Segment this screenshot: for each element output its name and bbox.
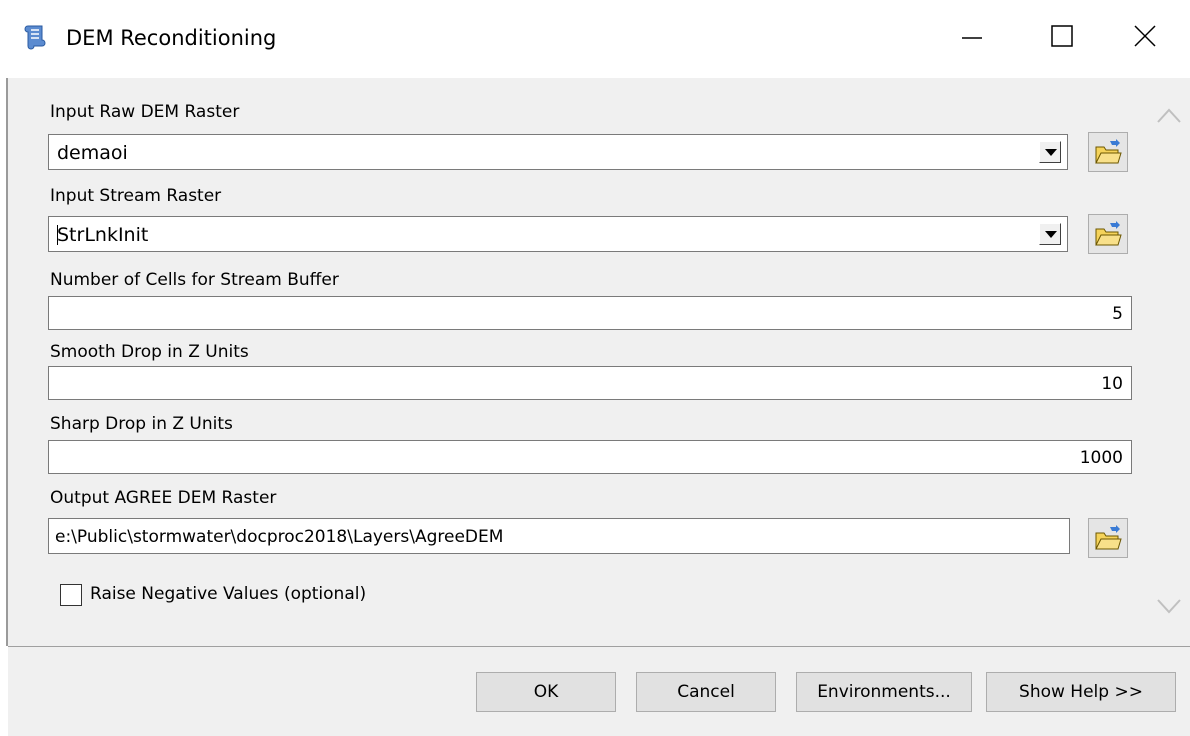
minimize-button[interactable] bbox=[944, 14, 1000, 58]
open-folder-icon bbox=[1095, 525, 1122, 550]
title-bar: DEM Reconditioning bbox=[0, 0, 1190, 78]
output-label: Output AGREE DEM Raster bbox=[50, 488, 277, 508]
dialog-body bbox=[8, 78, 1190, 736]
stream-combo[interactable]: StrLnkInit bbox=[48, 216, 1068, 252]
smooth-drop-label: Smooth Drop in Z Units bbox=[50, 342, 249, 362]
output-browse-button[interactable] bbox=[1088, 518, 1128, 558]
output-path-input[interactable]: e:\Public\stormwater\docproc2018\Layers\… bbox=[48, 518, 1070, 554]
raise-negative-checkbox[interactable] bbox=[60, 584, 82, 606]
scroll-down-icon[interactable] bbox=[1154, 594, 1184, 618]
output-path-value: e:\Public\stormwater\docproc2018\Layers\… bbox=[55, 527, 504, 547]
raw-dem-dropdown-button[interactable] bbox=[1039, 141, 1061, 163]
chevron-down-icon bbox=[1045, 149, 1057, 156]
raw-dem-label: Input Raw DEM Raster bbox=[50, 102, 240, 122]
show-help-button[interactable]: Show Help >> bbox=[986, 672, 1176, 712]
close-button[interactable] bbox=[1118, 14, 1174, 58]
buffer-label: Number of Cells for Stream Buffer bbox=[50, 270, 339, 290]
python-script-icon bbox=[24, 25, 46, 50]
button-bar-separator bbox=[8, 646, 1190, 647]
sharp-drop-label: Sharp Drop in Z Units bbox=[50, 414, 233, 434]
ok-button[interactable]: OK bbox=[476, 672, 616, 712]
raise-negative-label[interactable]: Raise Negative Values (optional) bbox=[90, 584, 366, 604]
maximize-button[interactable] bbox=[1034, 14, 1090, 58]
scroll-up-icon[interactable] bbox=[1154, 104, 1184, 128]
window-title: DEM Reconditioning bbox=[66, 26, 277, 50]
raw-dem-value: demaoi bbox=[57, 142, 128, 164]
raw-dem-browse-button[interactable] bbox=[1088, 132, 1128, 172]
smooth-drop-value: 10 bbox=[1101, 374, 1123, 394]
close-icon bbox=[1134, 25, 1156, 47]
buffer-value: 5 bbox=[1112, 304, 1123, 324]
stream-label: Input Stream Raster bbox=[50, 186, 222, 206]
raw-dem-combo[interactable]: demaoi bbox=[48, 134, 1068, 170]
maximize-icon bbox=[1051, 25, 1073, 47]
pane-border bbox=[0, 78, 8, 646]
stream-dropdown-button[interactable] bbox=[1039, 223, 1061, 245]
open-folder-icon bbox=[1095, 221, 1122, 246]
environments-button[interactable]: Environments... bbox=[796, 672, 972, 712]
buffer-input[interactable]: 5 bbox=[48, 296, 1132, 330]
sharp-drop-value: 1000 bbox=[1079, 448, 1123, 468]
cancel-button[interactable]: Cancel bbox=[636, 672, 776, 712]
smooth-drop-input[interactable]: 10 bbox=[48, 366, 1132, 400]
stream-browse-button[interactable] bbox=[1088, 214, 1128, 254]
stream-value: StrLnkInit bbox=[57, 224, 149, 246]
chevron-down-icon bbox=[1045, 231, 1057, 238]
open-folder-icon bbox=[1095, 139, 1122, 164]
minimize-icon bbox=[962, 37, 982, 39]
sharp-drop-input[interactable]: 1000 bbox=[48, 440, 1132, 474]
